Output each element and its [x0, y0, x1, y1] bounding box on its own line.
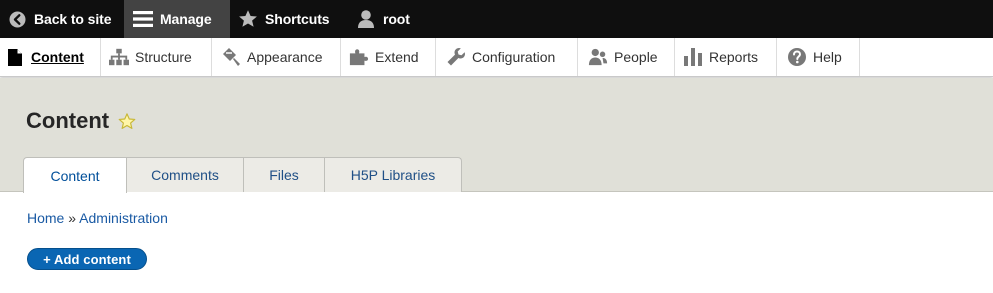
tray-item-label: Content: [31, 49, 84, 65]
tray-item-help[interactable]: Help: [777, 38, 860, 76]
manage-label: Manage: [160, 11, 212, 27]
tab-files[interactable]: Files: [244, 157, 325, 192]
tray-item-appearance[interactable]: Appearance: [212, 38, 341, 76]
user-icon: [356, 9, 376, 29]
tray-item-label: Structure: [135, 49, 192, 65]
tray-item-extend[interactable]: Extend: [341, 38, 436, 76]
user-label: root: [383, 11, 410, 27]
hamburger-icon: [133, 9, 153, 29]
tray-item-structure[interactable]: Structure: [101, 38, 212, 76]
shortcuts-tab[interactable]: Shortcuts: [230, 0, 346, 38]
breadcrumb: Home » Administration: [27, 210, 168, 226]
back-to-site-link[interactable]: Back to site: [0, 0, 124, 38]
add-content-button[interactable]: + Add content: [27, 248, 147, 270]
back-to-site-label: Back to site: [34, 11, 112, 27]
star-icon: [238, 9, 258, 29]
tab-label: Files: [269, 167, 299, 183]
tab-label: Content: [50, 167, 100, 184]
document-icon: [5, 47, 25, 67]
tray-item-content[interactable]: Content: [0, 38, 101, 76]
breadcrumb-separator: »: [68, 210, 80, 226]
tab-label: H5P Libraries: [350, 167, 436, 183]
help-icon: [787, 47, 807, 67]
admin-tray: Content Structure Appearance Extend Conf…: [0, 38, 993, 77]
wrench-icon: [446, 47, 466, 67]
people-icon: [588, 47, 608, 67]
admin-toolbar: Back to site Manage Shortcuts root: [0, 0, 993, 38]
bar-chart-icon: [683, 47, 703, 67]
tray-item-configuration[interactable]: Configuration: [436, 38, 578, 76]
back-arrow-icon: [7, 9, 27, 29]
tab-h5p-libraries[interactable]: H5P Libraries: [325, 157, 462, 192]
tab-comments[interactable]: Comments: [127, 157, 244, 192]
tray-item-label: Appearance: [247, 49, 323, 65]
page-title: Content: [26, 108, 136, 134]
tray-item-label: Extend: [375, 49, 419, 65]
manage-tab[interactable]: Manage: [124, 0, 230, 38]
breadcrumb-home-link[interactable]: Home: [27, 210, 64, 226]
shortcut-star-icon[interactable]: [118, 112, 136, 130]
tab-content[interactable]: Content: [23, 157, 127, 193]
paint-bucket-icon: [221, 47, 241, 67]
page-title-text: Content: [26, 108, 110, 133]
tray-item-label: Help: [813, 49, 842, 65]
tray-item-reports[interactable]: Reports: [675, 38, 777, 76]
tray-item-label: Configuration: [472, 49, 556, 65]
breadcrumb-administration-link[interactable]: Administration: [79, 210, 168, 226]
tray-item-people[interactable]: People: [578, 38, 675, 76]
tab-label: Comments: [151, 167, 219, 183]
tray-item-label: Reports: [709, 49, 759, 65]
puzzle-icon: [349, 47, 369, 67]
shortcuts-label: Shortcuts: [265, 11, 330, 27]
sitemap-icon: [109, 47, 129, 67]
user-tab[interactable]: root: [346, 0, 426, 38]
tray-item-label: People: [614, 49, 658, 65]
